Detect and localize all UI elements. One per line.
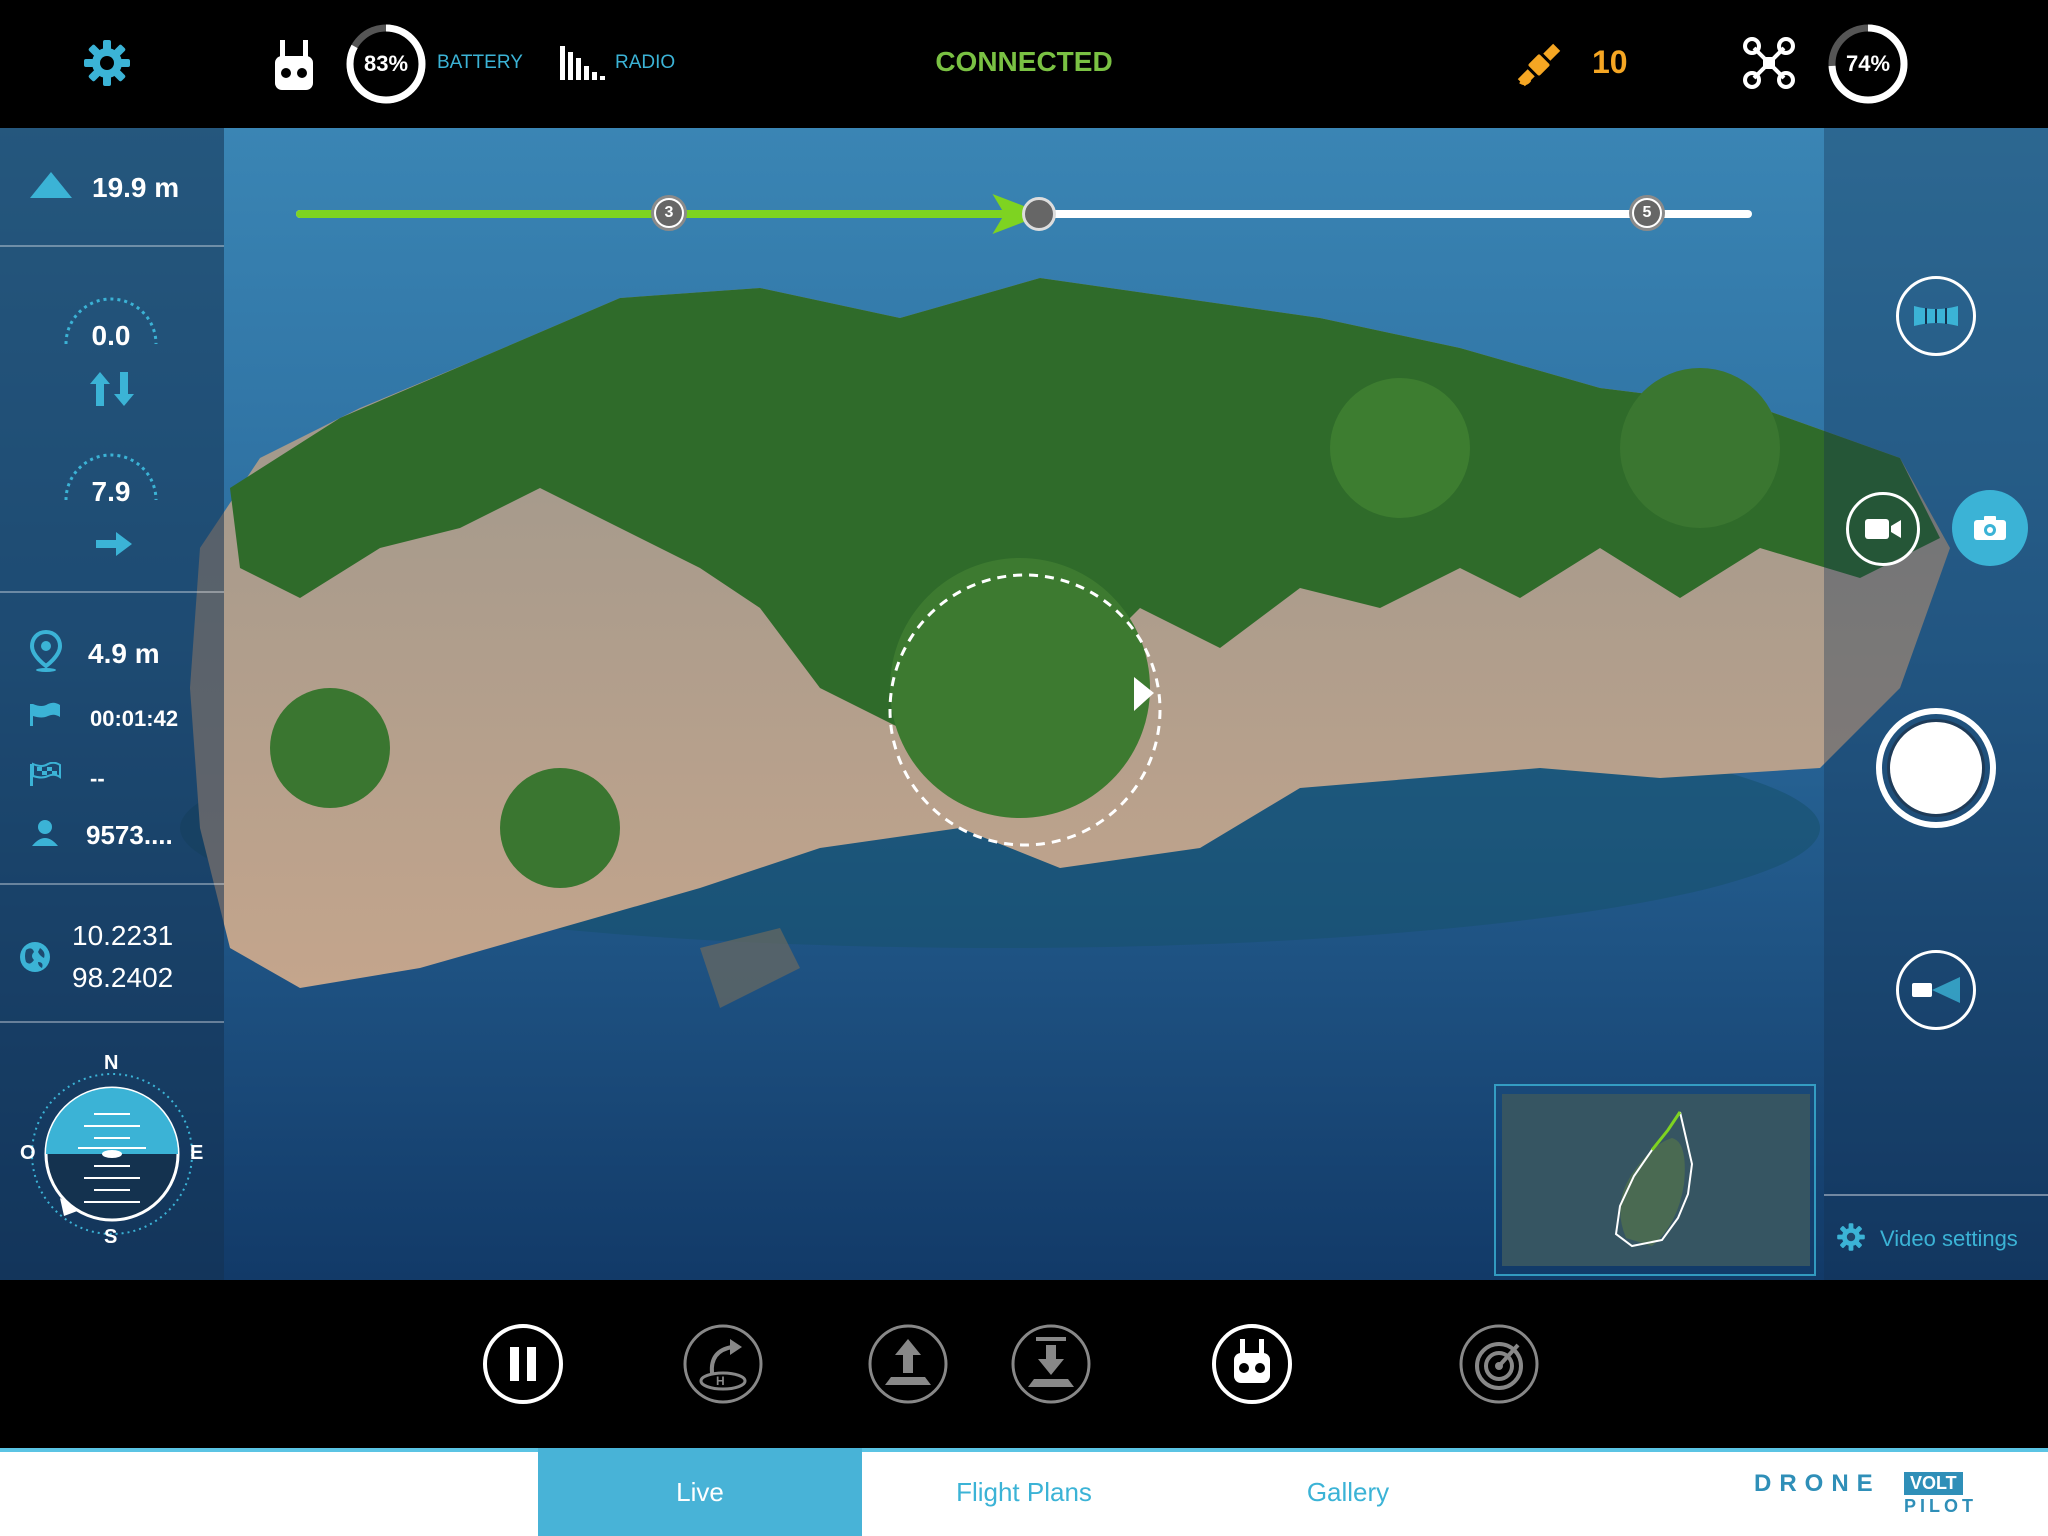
compass-attitude-indicator <box>31 1073 193 1235</box>
waypoint-marker[interactable]: 3 <box>651 195 687 231</box>
checkered-flag-icon <box>30 762 61 786</box>
longitude-value: 98.2402 <box>72 962 174 993</box>
video-mode-button[interactable] <box>1846 492 1920 566</box>
camera-view-icon <box>1912 977 1960 1003</box>
video-camera-icon <box>1865 519 1901 539</box>
compass-west: O <box>20 1142 36 1164</box>
latitude-value: 10.2231 <box>72 920 174 951</box>
drone-battery-percent: 74% <box>1845 51 1891 76</box>
location-pin-icon <box>30 630 62 672</box>
signal-bars-icon <box>560 46 605 80</box>
tab-live[interactable]: Live <box>538 1448 862 1536</box>
flag-icon <box>30 702 60 726</box>
photo-mode-button[interactable] <box>1952 490 2028 566</box>
waypoint-current-marker <box>1022 197 1056 231</box>
pilot-value: 9573.... <box>86 820 173 850</box>
minimap[interactable] <box>1502 1094 1810 1266</box>
altitude-value: 19.9 m <box>92 172 180 203</box>
svg-text:H: H <box>716 1374 725 1388</box>
panorama-mode-button[interactable] <box>1896 276 1976 356</box>
camera-icon <box>1974 516 2006 540</box>
altitude-icon <box>30 172 72 198</box>
connection-status: CONNECTED <box>935 46 1113 77</box>
telemetry-panel: 19.9 m 0.0 7.9 4.9 m 00:01:42 -- 9573...… <box>0 128 224 1280</box>
pause-icon <box>483 1324 563 1404</box>
tab-flight-plans[interactable]: Flight Plans <box>862 1448 1186 1536</box>
return-home-button[interactable]: H <box>682 1323 764 1405</box>
battery-label: BATTERY <box>437 52 523 73</box>
camera-panel: Video settings <box>1824 128 2048 1280</box>
satellite-icon <box>1517 43 1561 87</box>
orbit-circle[interactable] <box>880 565 1170 855</box>
vertical-speed-value: 0.0 <box>91 320 131 351</box>
return-home-icon: H <box>683 1324 763 1404</box>
finish-value: -- <box>90 766 105 791</box>
land-button[interactable] <box>1010 1323 1092 1405</box>
target-icon <box>1459 1324 1539 1404</box>
pause-button[interactable] <box>482 1323 564 1405</box>
panorama-icon <box>1914 306 1958 326</box>
flight-time-value: 00:01:42 <box>90 706 179 731</box>
camera-view-toggle-button[interactable] <box>1896 950 1976 1030</box>
pilot-icon <box>32 820 58 846</box>
remote-battery-percent: 83% <box>363 51 409 76</box>
remote-control-button[interactable] <box>1211 1323 1293 1405</box>
land-icon <box>1011 1324 1091 1404</box>
compass-north: N <box>104 1052 119 1074</box>
remote-controller-icon <box>1212 1324 1292 1404</box>
shutter-button[interactable] <box>1876 708 1996 828</box>
right-arrow-icon <box>96 532 132 556</box>
top-status-bar: 83% BATTERY RADIO CONNECTED 10 74% <box>0 0 2048 128</box>
tab-gallery[interactable]: Gallery <box>1186 1448 1510 1536</box>
satellite-count: 10 <box>1592 44 1628 80</box>
video-settings-gear-icon[interactable] <box>1836 1222 1866 1252</box>
radio-label: RADIO <box>615 52 676 73</box>
point-of-interest-button[interactable] <box>1458 1323 1540 1405</box>
compass-south: S <box>104 1226 118 1248</box>
takeoff-icon <box>868 1324 948 1404</box>
horizontal-speed-value: 7.9 <box>91 476 131 507</box>
distance-value: 4.9 m <box>88 638 160 669</box>
video-settings-link[interactable]: Video settings <box>1880 1226 2018 1252</box>
remote-controller-icon <box>275 40 313 90</box>
dronevolt-pilot-logo: DRONE VOLT PILOT <box>1754 1470 1977 1516</box>
takeoff-button[interactable] <box>867 1323 949 1405</box>
globe-icon <box>20 942 50 972</box>
waypoint-marker[interactable]: 5 <box>1629 195 1665 231</box>
gear-icon[interactable] <box>82 38 132 88</box>
drone-icon[interactable] <box>1742 36 1796 90</box>
up-down-arrows-icon <box>90 372 134 406</box>
compass-east: E <box>190 1142 204 1164</box>
